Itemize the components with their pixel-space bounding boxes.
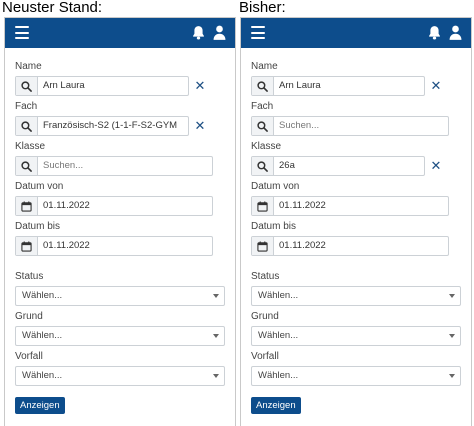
fach-label: Fach <box>251 101 274 112</box>
status-select[interactable]: Wählen... <box>251 286 461 306</box>
klasse-label: Klasse <box>15 141 46 152</box>
grund-select-value: Wählen... <box>258 330 299 341</box>
hamburger-menu-icon[interactable] <box>251 26 265 39</box>
name-label: Name <box>251 61 278 72</box>
chevron-down-icon <box>449 334 455 338</box>
status-select[interactable]: Wählen... <box>15 286 225 306</box>
datum-bis-label: Datum bis <box>15 221 61 232</box>
calendar-icon <box>252 237 274 255</box>
datum-bis-field[interactable]: 01.11.2022 <box>15 236 213 256</box>
hamburger-menu-icon[interactable] <box>15 26 29 39</box>
search-icon <box>252 157 274 175</box>
status-label: Status <box>251 271 280 282</box>
name-input[interactable]: Arn Laura <box>274 77 424 95</box>
bell-icon[interactable] <box>192 25 205 40</box>
panel-neuster-stand: Name Arn Laura ✕ Fach Französisch-S2 (1-… <box>4 17 236 426</box>
user-icon[interactable] <box>449 25 462 40</box>
grund-select[interactable]: Wählen... <box>15 326 225 346</box>
user-icon[interactable] <box>213 25 226 40</box>
datum-von-field[interactable]: 01.11.2022 <box>251 196 449 216</box>
top-bar <box>241 18 471 48</box>
name-clear-icon[interactable]: ✕ <box>425 76 447 96</box>
vorfall-label: Vorfall <box>15 351 43 362</box>
search-icon <box>16 157 38 175</box>
datum-von-label: Datum von <box>251 181 300 192</box>
grund-label: Grund <box>15 311 43 322</box>
search-icon <box>252 77 274 95</box>
fach-input[interactable]: Suchen... <box>274 117 448 135</box>
datum-von-field[interactable]: 01.11.2022 <box>15 196 213 216</box>
name-search-field[interactable]: Arn Laura <box>251 76 425 96</box>
name-search-field[interactable]: Arn Laura <box>15 76 189 96</box>
fach-search-field[interactable]: Französisch-S2 (1-1-F-S2-GYM <box>15 116 189 136</box>
datum-von-input[interactable]: 01.11.2022 <box>274 197 448 215</box>
vorfall-select-value: Wählen... <box>258 370 299 381</box>
datum-bis-field[interactable]: 01.11.2022 <box>251 236 449 256</box>
status-select-value: Wählen... <box>22 290 63 301</box>
datum-bis-input[interactable]: 01.11.2022 <box>274 237 448 255</box>
vorfall-select-value: Wählen... <box>22 370 63 381</box>
vorfall-label: Vorfall <box>251 351 279 362</box>
search-icon <box>16 117 38 135</box>
grund-label: Grund <box>251 311 279 322</box>
klasse-search-field[interactable]: 26a <box>251 156 425 176</box>
name-input[interactable]: Arn Laura <box>38 77 188 95</box>
klasse-input[interactable]: Suchen... <box>38 157 212 175</box>
anzeigen-button[interactable]: Anzeigen <box>15 397 65 414</box>
top-bar <box>5 18 235 48</box>
chevron-down-icon <box>213 334 219 338</box>
calendar-icon <box>252 197 274 215</box>
grund-select-value: Wählen... <box>22 330 63 341</box>
chevron-down-icon <box>213 294 219 298</box>
search-icon <box>16 77 38 95</box>
filter-form: Name Arn Laura ✕ Fach Suchen... Klasse 2… <box>241 48 471 414</box>
chevron-down-icon <box>213 374 219 378</box>
caption-left: Neuster Stand: <box>2 0 103 16</box>
fach-input[interactable]: Französisch-S2 (1-1-F-S2-GYM <box>38 117 188 135</box>
filter-form: Name Arn Laura ✕ Fach Französisch-S2 (1-… <box>5 48 235 414</box>
datum-von-label: Datum von <box>15 181 64 192</box>
klasse-search-field[interactable]: Suchen... <box>15 156 213 176</box>
anzeigen-button[interactable]: Anzeigen <box>251 397 301 414</box>
search-icon <box>252 117 274 135</box>
name-label: Name <box>15 61 42 72</box>
datum-von-input[interactable]: 01.11.2022 <box>38 197 212 215</box>
status-select-value: Wählen... <box>258 290 299 301</box>
datum-bis-label: Datum bis <box>251 221 297 232</box>
klasse-input[interactable]: 26a <box>274 157 424 175</box>
vorfall-select[interactable]: Wählen... <box>251 366 461 386</box>
calendar-icon <box>16 197 38 215</box>
panel-bisher: Name Arn Laura ✕ Fach Suchen... Klasse 2… <box>240 17 472 426</box>
fach-label: Fach <box>15 101 38 112</box>
grund-select[interactable]: Wählen... <box>251 326 461 346</box>
chevron-down-icon <box>449 294 455 298</box>
caption-right: Bisher: <box>239 0 286 16</box>
datum-bis-input[interactable]: 01.11.2022 <box>38 237 212 255</box>
calendar-icon <box>16 237 38 255</box>
vorfall-select[interactable]: Wählen... <box>15 366 225 386</box>
fach-search-field[interactable]: Suchen... <box>251 116 449 136</box>
chevron-down-icon <box>449 374 455 378</box>
fach-clear-icon[interactable]: ✕ <box>189 116 211 136</box>
status-label: Status <box>15 271 44 282</box>
klasse-clear-icon[interactable]: ✕ <box>425 156 447 176</box>
klasse-label: Klasse <box>251 141 282 152</box>
name-clear-icon[interactable]: ✕ <box>189 76 211 96</box>
bell-icon[interactable] <box>428 25 441 40</box>
